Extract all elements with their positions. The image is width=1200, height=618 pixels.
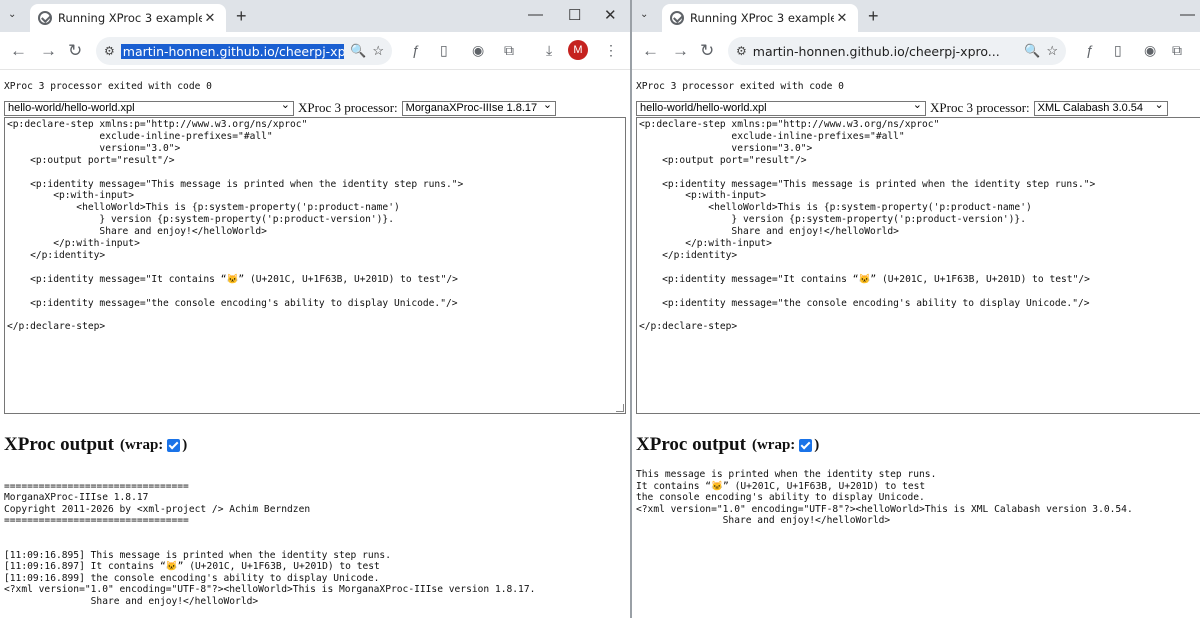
- controls-row: hello-world/hello-world.xpl XProc 3 proc…: [636, 98, 1168, 116]
- file-select[interactable]: hello-world/hello-world.xpl: [4, 98, 294, 116]
- status-text: XProc 3 processor exited with code 0: [4, 81, 212, 92]
- tab-list-icon[interactable]: ⌄: [640, 9, 648, 20]
- minimize-icon[interactable]: —: [1180, 6, 1195, 23]
- processor-label: XProc 3 processor:: [298, 100, 398, 115]
- resize-grip-icon[interactable]: [616, 404, 624, 412]
- extension-icon[interactable]: ƒ: [412, 42, 420, 58]
- url-text[interactable]: martin-honnen.github.io/cheerpj-xpro...: [753, 44, 1018, 59]
- menu-icon[interactable]: ⋮: [604, 42, 618, 59]
- output-heading: XProc output (wrap: ): [636, 434, 819, 456]
- avatar[interactable]: M: [568, 40, 588, 60]
- new-tab-icon[interactable]: +: [236, 6, 247, 27]
- minimize-icon[interactable]: —: [528, 6, 543, 23]
- page-content: XProc 3 processor exited with code 0 hel…: [0, 71, 630, 618]
- reading-icon[interactable]: ▯: [1114, 42, 1122, 59]
- wrap-label: (wrap:: [119, 436, 164, 453]
- code-editor[interactable]: <p:declare-step xmlns:p="http://www.w3.o…: [4, 117, 626, 414]
- code-editor[interactable]: <p:declare-step xmlns:p="http://www.w3.o…: [636, 117, 1200, 414]
- bookmark-star-icon[interactable]: ☆: [372, 43, 384, 59]
- status-text: XProc 3 processor exited with code 0: [636, 81, 844, 92]
- output-heading: XProc output (wrap: ): [4, 434, 187, 456]
- toolbar: ← → ↻ ⚙ martin-honnen.github.io/cheerpj-…: [0, 32, 630, 70]
- tab-active[interactable]: Running XProc 3 examples with ✕: [662, 4, 858, 32]
- wrap-close: ): [814, 436, 820, 453]
- close-window-icon[interactable]: ✕: [604, 6, 617, 24]
- bookmark-star-icon[interactable]: ☆: [1046, 43, 1058, 59]
- code-text: <p:declare-step xmlns:p="http://www.w3.o…: [7, 119, 464, 333]
- wrap-close: ): [182, 436, 188, 453]
- new-tab-icon[interactable]: +: [868, 6, 879, 27]
- back-icon[interactable]: ←: [10, 41, 27, 61]
- code-text: <p:declare-step xmlns:p="http://www.w3.o…: [639, 119, 1096, 333]
- output-text: This message is printed when the identit…: [636, 469, 1133, 526]
- tab-active[interactable]: Running XProc 3 examples with ✕: [30, 4, 226, 32]
- shield-icon[interactable]: ◉: [1144, 42, 1156, 59]
- processor-select[interactable]: XML Calabash 3.0.54: [1033, 98, 1168, 116]
- close-tab-icon[interactable]: ✕: [834, 10, 850, 26]
- back-icon[interactable]: ←: [642, 41, 659, 61]
- processor-label: XProc 3 processor:: [930, 100, 1030, 115]
- download-icon[interactable]: ⤓: [546, 42, 552, 59]
- address-bar[interactable]: ⚙ martin-honnen.github.io/cheerpj-xproc3…: [96, 37, 392, 65]
- extension-icon[interactable]: ƒ: [1086, 42, 1094, 58]
- browser-window-left: ⌄ Running XProc 3 examples with ✕ + — ☐ …: [0, 0, 630, 618]
- reading-icon[interactable]: ▯: [440, 42, 448, 59]
- processor-select[interactable]: MorganaXProc-IIIse 1.8.17: [401, 98, 557, 116]
- tab-title: Running XProc 3 examples with: [58, 11, 202, 25]
- favicon-icon: [670, 11, 684, 25]
- browser-window-right: ⌄ Running XProc 3 examples with ✕ + — ← …: [632, 0, 1200, 618]
- tab-strip: ⌄ Running XProc 3 examples with ✕ + — ☐ …: [0, 0, 630, 32]
- output-text: ================================ Morgana…: [4, 480, 536, 607]
- maximize-icon[interactable]: ☐: [568, 6, 581, 24]
- puzzle-icon[interactable]: ⧉: [1172, 42, 1182, 59]
- shield-icon[interactable]: ◉: [472, 42, 484, 59]
- forward-icon[interactable]: →: [40, 41, 57, 61]
- file-select[interactable]: hello-world/hello-world.xpl: [636, 98, 926, 116]
- zoom-icon[interactable]: 🔍: [1024, 43, 1040, 59]
- tab-list-icon[interactable]: ⌄: [8, 9, 16, 20]
- toolbar: ← → ↻ ⚙ martin-honnen.github.io/cheerpj-…: [632, 32, 1200, 70]
- zoom-icon[interactable]: 🔍: [350, 43, 366, 59]
- url-text[interactable]: martin-honnen.github.io/cheerpj-xproc3: [120, 43, 345, 59]
- favicon-icon: [38, 11, 52, 25]
- tab-title: Running XProc 3 examples with: [690, 11, 834, 25]
- reload-icon[interactable]: ↻: [700, 41, 714, 61]
- controls-row: hello-world/hello-world.xpl XProc 3 proc…: [4, 98, 557, 116]
- output-title: XProc output: [4, 434, 114, 455]
- site-info-icon[interactable]: ⚙: [736, 44, 747, 58]
- puzzle-icon[interactable]: ⧉: [504, 42, 514, 59]
- forward-icon[interactable]: →: [672, 41, 689, 61]
- wrap-checkbox[interactable]: [799, 438, 813, 452]
- tab-strip: ⌄ Running XProc 3 examples with ✕ + —: [632, 0, 1200, 32]
- page-content: XProc 3 processor exited with code 0 hel…: [632, 71, 1200, 618]
- address-bar[interactable]: ⚙ martin-honnen.github.io/cheerpj-xpro..…: [728, 37, 1066, 65]
- site-info-icon[interactable]: ⚙: [104, 44, 115, 58]
- output-title: XProc output: [636, 434, 746, 455]
- reload-icon[interactable]: ↻: [68, 41, 82, 61]
- close-tab-icon[interactable]: ✕: [202, 10, 218, 26]
- wrap-checkbox[interactable]: [167, 438, 181, 452]
- wrap-label: (wrap:: [751, 436, 796, 453]
